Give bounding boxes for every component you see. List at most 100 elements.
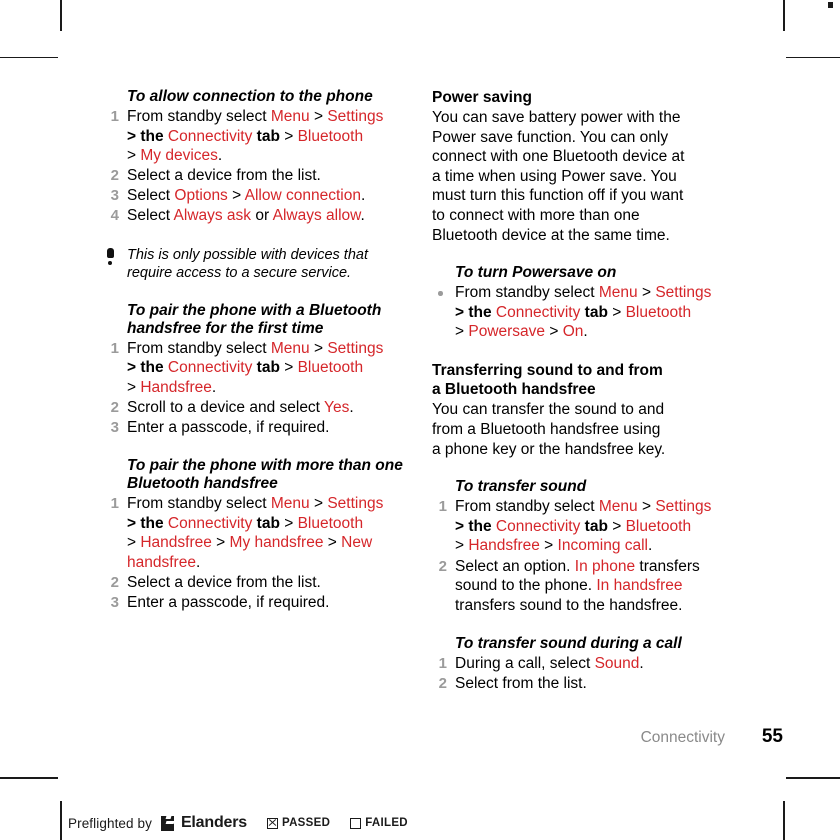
text-line: Bluetooth handsfree xyxy=(127,475,278,493)
text-line: from a Bluetooth handsfree using xyxy=(432,421,661,439)
step-text: > xyxy=(279,514,298,532)
ui-path-token: Always ask xyxy=(173,207,252,225)
preflight-prefix: Preflighted by xyxy=(68,815,152,831)
step-line: transfers sound to the handsfree. xyxy=(455,596,752,616)
ui-path-token: Settings xyxy=(327,495,384,513)
step-text: . xyxy=(217,147,223,165)
ui-path-token: In handsfree xyxy=(596,577,683,595)
task-heading: To turn Powersave on xyxy=(455,264,617,282)
step-item: 2 Select from the list. xyxy=(432,674,752,694)
emphasis-text: > the xyxy=(127,514,168,532)
step-text: > xyxy=(323,534,342,552)
step-text: . xyxy=(360,207,365,225)
step-line: From standby select Menu > Settings xyxy=(127,339,414,359)
ui-path-token: Connectivity xyxy=(167,514,253,532)
step-number: 2 xyxy=(110,573,119,591)
step-number: 3 xyxy=(110,418,119,436)
passed-label: PASSED xyxy=(281,817,331,829)
step-text: sound to the phone. xyxy=(455,577,597,595)
ui-path-token: Connectivity xyxy=(495,303,581,321)
section-heading: Power saving xyxy=(432,89,532,106)
passed-checkbox-icon xyxy=(266,817,278,829)
failed-label: FAILED xyxy=(365,817,408,829)
ui-path-token: handsfree xyxy=(127,553,196,571)
step-text: transfers xyxy=(635,557,700,575)
step-text: > xyxy=(637,284,656,302)
step-text: . xyxy=(648,537,653,555)
step-item: 4 Select Always ask or Always allow. xyxy=(104,206,414,226)
task-turn-powersave-on: To turn Powersave on From standby select… xyxy=(432,264,752,342)
step-line: During a call, select Sound. xyxy=(455,654,752,674)
step-text: . xyxy=(639,654,644,672)
step-line: sound to the phone. In handsfree xyxy=(455,576,752,596)
step-text: Enter a passcode, if required. xyxy=(127,594,330,611)
step-text: > xyxy=(309,339,328,357)
ui-path-token: Connectivity xyxy=(167,127,253,145)
step-line: Select an option. In phone transfers xyxy=(455,557,752,577)
ui-path-token: Menu xyxy=(270,339,310,357)
preflight-stamp: Preflighted by Elanders PASSED FAILED xyxy=(68,814,408,832)
step-text: . xyxy=(211,378,217,396)
step-text: > xyxy=(607,517,626,535)
step-item: 3 Enter a passcode, if required. xyxy=(104,418,414,438)
ui-path-token: Settings xyxy=(327,339,384,357)
task-heading: To pair the phone with a Bluetooth handsf… xyxy=(127,302,414,338)
step-number: 2 xyxy=(110,167,119,185)
step-item: 2 Select an option. In phone transfers sou… xyxy=(432,557,752,616)
right-column: Power saving You can save battery power … xyxy=(432,88,752,694)
ui-path-token: Bluetooth xyxy=(625,517,692,535)
ui-path-token: Menu xyxy=(270,495,310,513)
preflight-failed: FAILED xyxy=(350,817,408,829)
step-line: From standby select Menu > Settings xyxy=(127,494,414,514)
step-text: > xyxy=(211,534,230,552)
step-number: 1 xyxy=(110,339,119,357)
text-line: Transferring sound to and from xyxy=(432,362,663,380)
step-number: 2 xyxy=(438,674,447,692)
step-line: Select Options > Allow connection. xyxy=(127,186,414,206)
step-number: 1 xyxy=(438,498,447,516)
text-line: To pair the phone with a Bluetooth xyxy=(127,301,382,319)
note-text: This is only possible with devices that r… xyxy=(127,246,414,283)
ui-path-token: Connectivity xyxy=(495,517,581,535)
step-list: 1 During a call, select Sound. 2 Select fro… xyxy=(432,654,752,694)
ui-path-token: Handsfree xyxy=(140,378,212,396)
step-list: 1 From standby select Menu > Settings > th… xyxy=(104,107,414,226)
text-line: You can transfer the sound to and xyxy=(432,401,665,419)
step-text: > xyxy=(309,108,328,125)
task-heading: To pair the phone with more than one Blue… xyxy=(127,457,414,493)
emphasis-text: > the xyxy=(455,517,496,535)
step-text: . xyxy=(360,187,366,205)
step-item: 1 From standby select Menu > Settings > th… xyxy=(104,339,414,398)
text-line: You can save battery power with the xyxy=(432,109,681,126)
step-text: > xyxy=(127,534,141,552)
step-number: 3 xyxy=(110,594,119,611)
step-line: From standby select Menu > Settings xyxy=(127,107,414,127)
step-list: 1 From standby select Menu > Settings > th… xyxy=(432,497,752,615)
step-text: or xyxy=(251,207,273,225)
ui-path-token: Bluetooth xyxy=(297,359,364,377)
emphasis-text: tab xyxy=(252,514,280,532)
step-text: Enter a passcode, if required. xyxy=(127,418,330,436)
step-line: Select from the list. xyxy=(455,674,752,694)
step-line: > Powersave > On. xyxy=(455,322,752,342)
step-item: 2 Scroll to a device and select Yes. xyxy=(104,398,414,418)
step-text: > xyxy=(607,303,626,321)
step-text: > xyxy=(455,537,469,555)
failed-checkbox-icon xyxy=(350,817,362,829)
step-text: . xyxy=(349,398,354,416)
ui-path-token: Handsfree xyxy=(468,537,540,555)
step-text: . xyxy=(583,323,588,341)
ui-path-token: Bluetooth xyxy=(297,127,364,145)
step-text: From standby select xyxy=(127,339,271,357)
step-number: 4 xyxy=(110,207,119,225)
step-number: 1 xyxy=(438,654,447,672)
text-line: require access to a secure service. xyxy=(127,265,352,282)
step-text: Scroll to a device and select xyxy=(127,398,325,416)
emphasis-text: > the xyxy=(127,359,168,377)
step-item: 3 Select Options > Allow connection. xyxy=(104,186,414,206)
emphasis-text: tab xyxy=(252,359,280,377)
step-line: > Handsfree. xyxy=(127,378,414,398)
